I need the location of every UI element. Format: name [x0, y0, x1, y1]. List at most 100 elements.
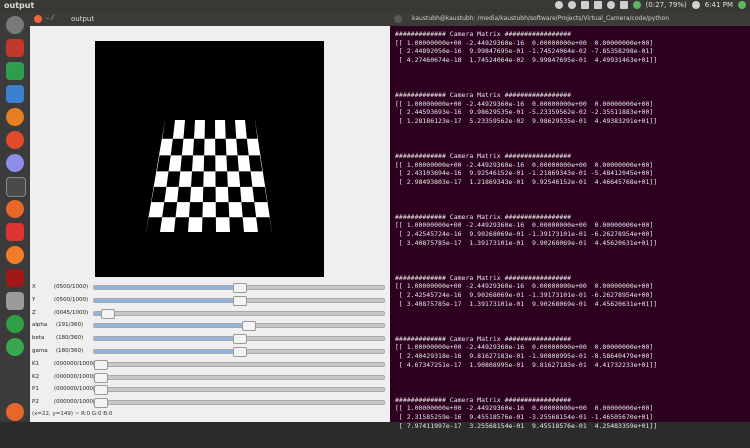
trackbar-thumb[interactable]	[241, 321, 256, 332]
output-window: – ⁄ output X (0500/1000) Y (0500/1000) Z (004…	[30, 13, 390, 422]
checker-square	[177, 186, 191, 203]
close-icon[interactable]	[34, 15, 42, 23]
app-orange-icon[interactable]	[6, 131, 24, 149]
checker-square	[180, 155, 193, 172]
trackbar-thumb[interactable]	[233, 283, 247, 293]
record-icon[interactable]	[567, 1, 576, 9]
system-tray: (0:27, 79%) 6:41 PM	[554, 1, 746, 9]
app-orange-s-icon[interactable]	[6, 246, 24, 264]
bluetooth-icon[interactable]	[606, 1, 615, 9]
app-blue-icon[interactable]	[6, 85, 24, 103]
checker-square	[162, 120, 175, 139]
trackbar-thumb[interactable]	[94, 385, 108, 396]
files-icon[interactable]	[6, 292, 24, 310]
trackbar-track[interactable]	[93, 372, 385, 383]
trackbar-track[interactable]	[93, 347, 385, 357]
trackbar-k2: K2 (000000/100000)	[30, 371, 390, 384]
trackbar-alpha: alpha (191/360)	[30, 319, 390, 332]
checker-square	[162, 202, 178, 218]
trackbar-track[interactable]	[93, 398, 385, 409]
app-green-icon-3[interactable]	[6, 338, 24, 356]
trackbar-thumb[interactable]	[233, 295, 247, 306]
terminal-window[interactable]: kaustubh@kaustubh: /media/kaustubh/softw…	[390, 13, 750, 430]
checker-square	[241, 202, 257, 218]
trackbar-thumb[interactable]	[233, 334, 247, 345]
trackbar-value: (0500/1000)	[54, 284, 89, 290]
keyboard-icon[interactable]	[580, 1, 589, 9]
checker-square	[203, 155, 216, 172]
trackbar-p2: P2 (000000/100000)	[30, 396, 390, 409]
trackbar-thumb[interactable]	[94, 359, 108, 370]
trackbar-fill	[94, 337, 239, 341]
checker-square	[245, 120, 258, 139]
app-red-s-icon[interactable]	[6, 223, 24, 241]
trackbar-z: Z (0045/1000)	[30, 307, 390, 320]
firefox-alt-icon[interactable]	[6, 200, 24, 218]
app-red-dark-icon[interactable]	[6, 269, 24, 287]
app-green-icon-2[interactable]	[6, 315, 24, 333]
trackbar-track[interactable]	[93, 283, 385, 293]
checker-square	[236, 138, 249, 156]
network-icon[interactable]	[593, 1, 602, 9]
checker-square	[252, 186, 268, 203]
trackbar-gama: gama (180/360)	[30, 345, 390, 358]
trackbar-value: (180/360)	[56, 348, 84, 354]
checker-square	[202, 217, 216, 232]
status-bar: (x=22, y=149) ~ R:0 G:0 B:0	[32, 411, 113, 417]
trackbar-track[interactable]	[93, 321, 385, 332]
battery-icon[interactable]	[632, 1, 641, 9]
terminal-output: ############# Camera Matrix ############…	[395, 30, 658, 430]
trackbar-track[interactable]	[93, 334, 385, 345]
trackbar-fill	[94, 324, 248, 328]
system-bottom-icon[interactable]	[6, 403, 24, 421]
terminal-titlebar[interactable]: kaustubh@kaustubh: /media/kaustubh/softw…	[390, 13, 750, 26]
app-green-icon[interactable]	[6, 62, 24, 80]
trackbar-track[interactable]	[93, 359, 385, 370]
trackbar-thumb[interactable]	[233, 347, 247, 357]
trackbar-thumb[interactable]	[94, 398, 108, 409]
trackbar-track[interactable]	[93, 295, 385, 306]
trackbar-x: X (0500/1000)	[30, 281, 390, 294]
trackbar-track[interactable]	[93, 308, 385, 319]
trackbar-p1: P1 (000000/100000)	[30, 383, 390, 396]
trackbar-track[interactable]	[93, 385, 385, 396]
close-icon[interactable]	[394, 15, 402, 23]
window-controls-icon[interactable]: – ⁄	[46, 14, 53, 22]
settings-icon[interactable]	[6, 154, 24, 172]
terminal-icon[interactable]	[6, 177, 26, 197]
checker-square	[256, 217, 272, 232]
volume-icon[interactable]	[691, 1, 700, 9]
input-method-icon[interactable]	[619, 1, 628, 9]
checker-square	[202, 186, 216, 203]
active-window-title: output	[4, 1, 35, 10]
trackbar-value: (0500/1000)	[54, 296, 89, 303]
output-window-titlebar[interactable]: – ⁄ output	[30, 13, 390, 26]
trackbar-k1: K1 (000000/100000)	[30, 358, 390, 371]
checker-square	[215, 171, 228, 187]
checker-square	[170, 138, 184, 156]
checker-square	[227, 186, 242, 203]
trackbar-beta: beta (180/360)	[30, 332, 390, 345]
top-panel: output (0:27, 79%) 6:41 PM	[0, 0, 750, 13]
app-red-icon[interactable]	[6, 39, 24, 57]
checker-square	[226, 155, 239, 172]
checkerboard-image	[146, 120, 272, 232]
trackbar-fill	[94, 286, 239, 289]
checker-square	[229, 217, 244, 232]
terminal-title: kaustubh@kaustubh: /media/kaustubh/softw…	[412, 15, 670, 22]
dropbox-icon[interactable]	[554, 1, 563, 9]
checker-square	[193, 138, 205, 156]
power-icon[interactable]	[738, 1, 746, 9]
ubuntu-dash-icon[interactable]	[6, 16, 24, 34]
battery-status: (0:27, 79%)	[645, 1, 687, 9]
checker-square	[215, 138, 227, 156]
trackbar-fill	[94, 350, 239, 353]
checker-square	[183, 120, 195, 139]
trackbar-thumb[interactable]	[94, 372, 108, 383]
render-canvas[interactable]	[95, 41, 324, 277]
output-window-title: output	[71, 15, 95, 23]
firefox-icon[interactable]	[6, 108, 24, 126]
clock[interactable]: 6:41 PM	[705, 1, 733, 9]
trackbar-fill	[94, 298, 239, 302]
trackbar-thumb[interactable]	[101, 308, 116, 319]
